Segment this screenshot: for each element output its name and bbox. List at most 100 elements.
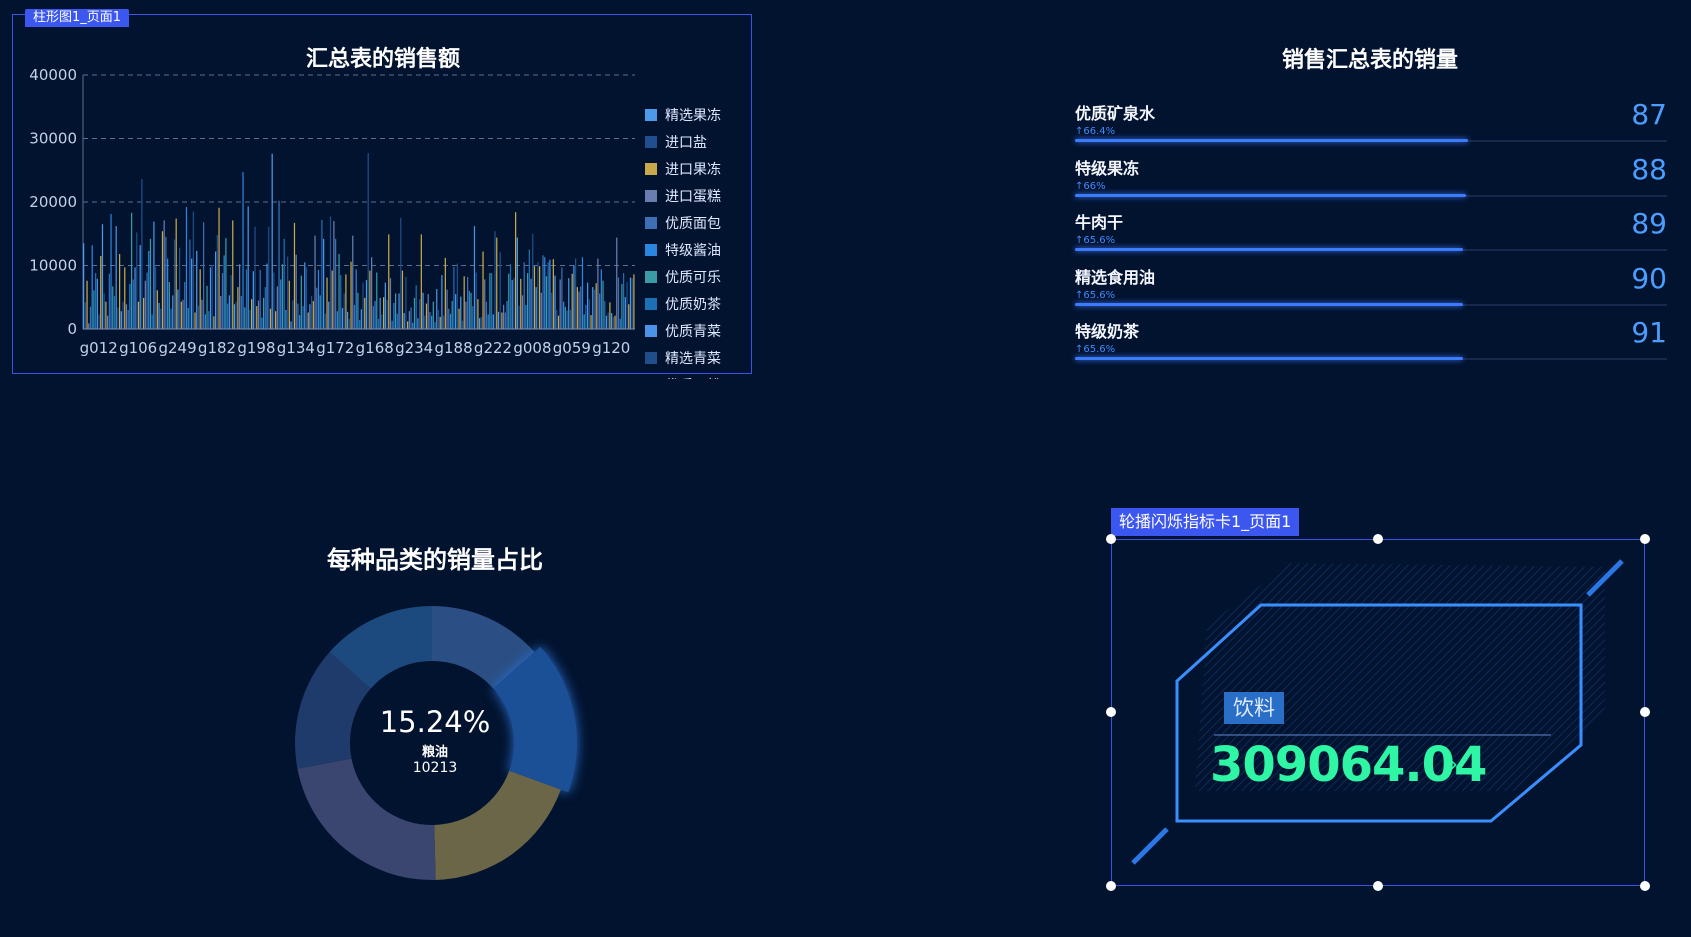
bar: [125, 304, 128, 329]
rank-item-percent: ↑65.6%: [1075, 344, 1116, 355]
bar: [467, 276, 469, 329]
bar: [338, 254, 340, 329]
bar: [271, 153, 273, 329]
bar: [455, 294, 457, 329]
bar: [83, 243, 85, 329]
bar: [587, 282, 589, 329]
legend-item[interactable]: 进口盐: [645, 128, 745, 155]
legend-swatch: [645, 351, 657, 364]
bar: [319, 295, 321, 329]
bar: [91, 245, 93, 329]
bar-chart-panel[interactable]: 柱形图1_页面1 汇总表的销售额 0 10000 20000 30000 40000 g0…: [12, 9, 752, 379]
bar: [336, 311, 338, 329]
bar: [292, 300, 294, 329]
rank-progress-fill: [1075, 357, 1464, 360]
bar: [276, 286, 278, 329]
bar: [180, 301, 182, 329]
legend-label: 精选果冻: [665, 107, 721, 124]
bar: [184, 282, 186, 329]
bar: [410, 307, 412, 329]
bar: [580, 286, 582, 329]
bar: [592, 287, 594, 329]
bar: [497, 311, 500, 329]
bar: [494, 231, 496, 329]
bar: [616, 237, 618, 329]
bar: [185, 207, 188, 329]
bar: [215, 251, 217, 329]
bar: [479, 318, 481, 329]
bar: [432, 301, 434, 329]
x-tick-label: g249: [158, 339, 196, 357]
bar: [285, 309, 287, 329]
bar: [566, 310, 568, 329]
bar: [199, 269, 201, 329]
bar: [492, 314, 494, 329]
bar: [475, 272, 477, 329]
kpi-card-tag[interactable]: 轮播闪烁指标卡1_页面1: [1111, 508, 1300, 536]
bar: [297, 303, 299, 329]
rank-item-value: 90: [1631, 261, 1667, 295]
bar: [177, 289, 179, 329]
legend-item[interactable]: 优质青菜: [645, 317, 745, 344]
bar: [506, 301, 508, 329]
kpi-value: 309064.04: [1210, 737, 1487, 793]
bar: [187, 308, 189, 329]
bar: [335, 238, 337, 329]
legend-item[interactable]: 进口果冻: [645, 155, 745, 182]
x-tick-label: g134: [277, 339, 315, 357]
bar: [211, 264, 213, 329]
legend-item[interactable]: 进口蛋糕: [645, 182, 745, 209]
bar: [360, 309, 362, 329]
bar: [535, 287, 537, 329]
bar: [220, 295, 222, 329]
bar: [523, 262, 525, 329]
bar: [88, 323, 90, 329]
bar: [98, 314, 100, 329]
bar: [545, 276, 548, 329]
bar: [405, 276, 407, 329]
legend-item[interactable]: 精选青菜: [645, 344, 745, 371]
bar: [569, 309, 572, 329]
bar: [304, 262, 306, 329]
bar: [590, 315, 592, 329]
bar: [468, 290, 470, 329]
donut-chart-title: 每种品类的销量占比: [327, 546, 543, 574]
bar: [597, 258, 599, 329]
bar: [549, 259, 551, 329]
rank-item-value: 87: [1631, 98, 1667, 131]
x-tick-label: g168: [356, 339, 394, 357]
bar: [232, 220, 234, 329]
bar: [485, 301, 488, 329]
legend-label: 进口盐: [665, 134, 707, 151]
legend-item[interactable]: 优质面包: [645, 209, 745, 236]
legend-item[interactable]: 优质面粉: [645, 371, 745, 379]
bar: [388, 234, 390, 329]
legend-item[interactable]: 优质奶茶: [645, 290, 745, 317]
bar: [328, 301, 330, 329]
legend-item[interactable]: 优质可乐: [645, 263, 745, 290]
bar: [552, 259, 554, 329]
bar: [359, 320, 361, 329]
donut-center-name: 粮油: [421, 745, 448, 760]
bar: [100, 255, 102, 329]
bar-chart-legend[interactable]: 精选果冻进口盐进口果冻进口蛋糕优质面包特级酱油优质可乐优质奶茶优质青菜精选青菜优…: [645, 101, 745, 379]
bar: [588, 299, 590, 329]
legend-item[interactable]: 精选果冻: [645, 101, 745, 128]
bar: [223, 255, 225, 329]
bar: [287, 256, 289, 329]
legend-item[interactable]: 特级酱油: [645, 236, 745, 263]
bar: [520, 278, 522, 329]
bar: [537, 262, 539, 329]
bar: [463, 276, 465, 329]
bar: [508, 273, 510, 329]
bar: [101, 224, 104, 329]
bar: [573, 265, 575, 329]
bar: [221, 273, 224, 329]
bar: [263, 297, 265, 329]
x-tick-label: g172: [316, 339, 354, 357]
rank-item-value: 89: [1631, 207, 1667, 240]
bar: [415, 285, 417, 329]
bar: [300, 275, 302, 329]
bar: [136, 232, 138, 329]
rank-item-name: 精选食用油: [1075, 267, 1156, 287]
